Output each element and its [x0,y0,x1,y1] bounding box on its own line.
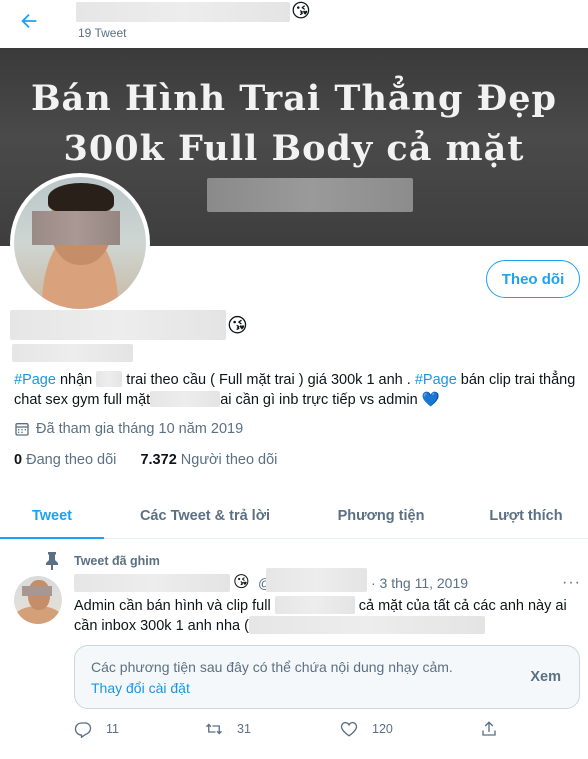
tweet-avatar[interactable] [14,576,62,624]
tweet-author-emoji: 😘 [233,574,250,591]
banner-redacted [207,178,413,212]
tab-tweets[interactable]: Tweet [0,494,104,538]
name-emoji: 😘 [227,315,248,337]
heart-emoji: 💙 [421,392,440,408]
hashtag-link[interactable]: #Page [14,372,56,388]
retweet-button[interactable]: 31 [205,720,251,738]
like-icon [340,721,358,737]
banner-text-line-1: Bán Hình Trai Thẳng Đẹp [30,78,558,119]
view-button[interactable]: Xem [530,669,561,685]
header-name-redacted [76,2,290,22]
more-options-icon[interactable]: ··· [562,574,581,592]
display-name-redacted [10,310,226,340]
retweet-count: 31 [237,722,251,736]
joined-date: Đã tham gia tháng 10 năm 2019 [14,421,243,437]
hashtag-link[interactable]: #Page [415,372,457,388]
header-emoji: 😘 [291,1,311,22]
active-tab-indicator [0,537,104,539]
sensitive-media-warning: Các phương tiện sau đây có thể chứa nội … [74,645,580,709]
tweet-author-redacted [74,574,230,592]
change-settings-link[interactable]: Thay đổi cài đặt [91,680,190,696]
tweet-text-part: Admin cần bán hình và clip full [74,598,275,614]
following-link[interactable]: 0 Đang theo dõi [14,452,116,468]
tweet-actions: 11 31 120 [74,720,574,744]
tweet-text: Admin cần bán hình và clip full cả mặt c… [74,596,574,636]
tab-media[interactable]: Phương tiện [310,494,452,538]
bio-redacted [96,371,123,387]
like-button[interactable]: 120 [340,720,393,738]
reply-icon [74,722,92,738]
profile-avatar[interactable] [10,173,150,313]
like-count: 120 [372,722,393,736]
followers-count: 7.372 [140,452,177,468]
calendar-icon [15,423,29,436]
tweet-handle-redacted [266,568,367,592]
tab-tweets-replies[interactable]: Các Tweet & trả lời [110,494,300,538]
pinned-label: Tweet đã ghim [74,554,160,568]
tweet-date[interactable]: · 3 thg 11, 2019 [371,575,468,591]
tweet-count: 19 Tweet [78,26,127,40]
pin-icon [46,552,58,570]
avatar-hair [48,183,114,213]
tab-likes[interactable]: Lượt thích [464,494,588,538]
profile-bio: #Page nhận trai theo cầu ( Full mặt trai… [14,370,580,410]
avatar-image [14,177,146,309]
bio-text: trai theo cầu ( Full mặt trai ) giá 300k… [122,372,415,388]
avatar-face-redacted [32,211,120,245]
bio-text: nhận [55,372,97,388]
profile-tabs: Tweet Các Tweet & trả lời Phương tiện Lư… [0,494,588,539]
follow-stats: 0 Đang theo dõi 7.372 Người theo dõi [14,452,277,468]
following-count: 0 [14,452,23,468]
following-label: Đang theo dõi [22,452,117,468]
bio-redacted [150,391,221,407]
profile-header: 😘 19 Tweet [0,0,588,46]
reply-button[interactable]: 11 [74,720,119,738]
banner-text-line-2: 300k Full Body cả mặt [63,128,525,169]
tweet-avatar-redacted [22,586,52,596]
share-button[interactable] [480,720,498,738]
tweet-text-redacted [274,596,355,614]
share-icon [482,721,496,736]
handle-redacted [12,344,133,362]
back-arrow-icon[interactable] [18,10,40,32]
retweet-icon [206,723,222,735]
follow-button[interactable]: Theo dõi [486,260,580,298]
tweet-text-redacted [248,616,485,634]
bio-text: ai cần gì inb trực tiếp vs admin [220,392,422,408]
sensitive-warning-text: Các phương tiện sau đây có thể chứa nội … [91,659,453,675]
followers-label: Người theo dõi [176,452,278,468]
followers-link[interactable]: 7.372 Người theo dõi [140,452,277,468]
reply-count: 11 [106,722,119,736]
joined-text: Đã tham gia tháng 10 năm 2019 [36,421,244,437]
